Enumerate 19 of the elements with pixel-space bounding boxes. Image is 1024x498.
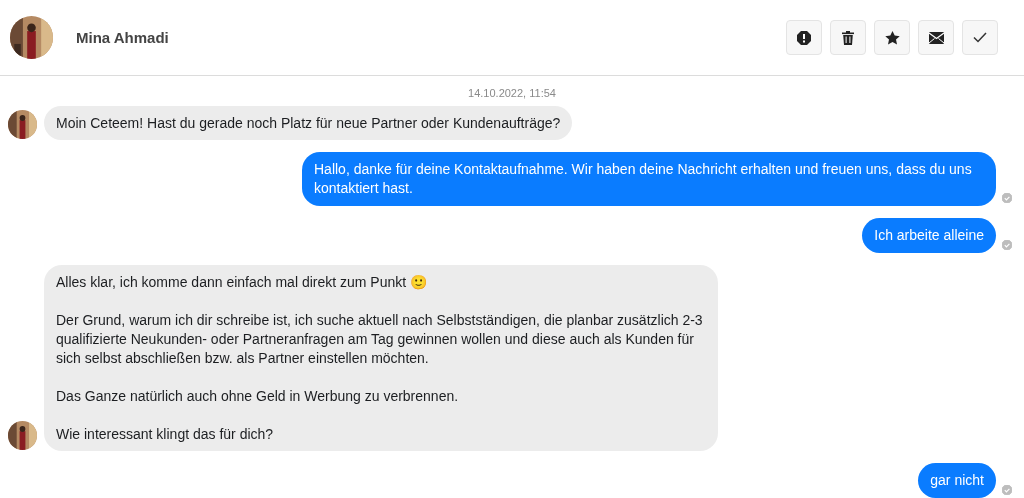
message-text: Moin Ceteem! Hast du gerade noch Platz für neue Partner oder Kundenaufträge? [56, 114, 561, 133]
message-text: gar nicht [930, 471, 984, 490]
message-text: Der Grund, warum ich dir schreibe ist, ich suche aktuell nach Selbstständigen, die planbar zusätzlich 2-3 qualifizierte Neukunden- oder Partneranfragen am Tag gewinnen wollen und diese auch als Kunden für sich selbst abschließen bzw. als Partner einstellen möchten. [56, 311, 704, 368]
checkmark-icon [973, 32, 987, 43]
contact-name: Mina Ahmadi [76, 29, 169, 46]
trash-icon [842, 30, 854, 45]
envelope-icon [928, 31, 944, 44]
message-text: Das Ganze natürlich auch ohne Geld in Werbung zu verbrennen. [56, 387, 460, 406]
mail-button[interactable] [918, 20, 954, 55]
message-timestamp: 14.10.2022, 11:54 [467, 87, 557, 99]
star-button[interactable] [874, 20, 910, 55]
delete-button[interactable] [830, 20, 866, 55]
star-icon [884, 30, 900, 45]
message-text: Wie interessant klingt das für dich? [56, 425, 275, 444]
message-text: Alles klar, ich komme dann einfach mal direkt zum Punkt 🙂 [56, 273, 429, 292]
message-text: Hallo, danke für deine Kontaktaufnahme. Wir haben deine Nachricht erhalten und freuen uns, dass du uns kontaktiert hast. [314, 160, 973, 198]
message-text: Ich arbeite alleine [874, 226, 984, 245]
report-button[interactable] [786, 20, 822, 55]
exclamation-icon [797, 30, 811, 45]
